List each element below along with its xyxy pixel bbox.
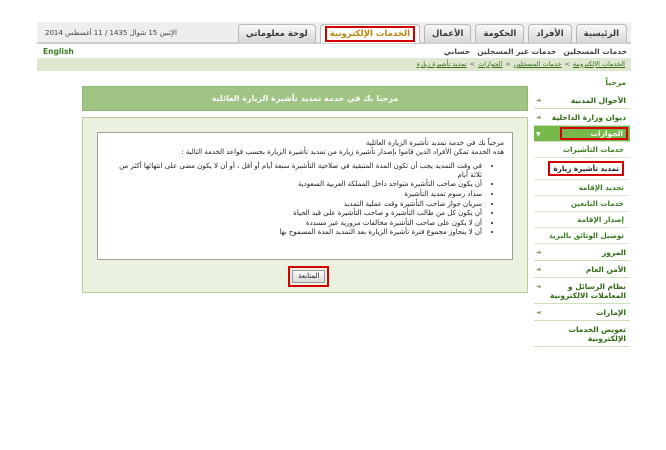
tab-eservices[interactable]: الخدمات الإلكترونية <box>319 24 421 43</box>
tab-my-dashboard[interactable]: لوحة معلوماتي <box>237 24 316 43</box>
sidebar-subitem-iqama-issuance[interactable]: إصدار الإقامة <box>534 212 630 228</box>
sidebar-item-label: الإمارات <box>595 308 626 317</box>
chevron-left-icon: ◄ <box>536 283 541 290</box>
breadcrumb-eservices[interactable]: الخدمات الإلكترونية <box>573 60 625 68</box>
sidebar-item-label: نظام الرسائل و المعاملات الالكترونية <box>549 282 626 300</box>
list-item: أن لا يتجاوز مجموع فترة تأشيرة الزيارة ب… <box>106 228 482 237</box>
sidebar-item-emirates[interactable]: ◄ الإمارات <box>534 304 630 321</box>
intro-line-2: هذه الخدمة تمكن الأفراد الذين قاموا بإصد… <box>181 147 504 156</box>
continue-button[interactable]: المتابعة <box>292 270 326 283</box>
sidebar-subitem-label: تمديد تأشيرة زيارة <box>548 161 624 176</box>
chevron-left-icon: ◄ <box>536 309 541 316</box>
tab-government-label: الحكومة <box>483 29 517 39</box>
service-description: مرحباً بك في خدمة تمديد تأشيرة الزيارة ا… <box>97 132 513 260</box>
tab-individuals-label: الأفراد <box>536 29 564 39</box>
sidebar-subitem-label: خدمات التابعين <box>570 199 624 208</box>
sidebar-subitem-document-delivery[interactable]: توصيل الوثائق بالبريد <box>534 228 630 244</box>
tab-individuals[interactable]: الأفراد <box>528 24 572 43</box>
current-date: الإثنين 15 شوال 1435 / 11 أغسطس 2014 <box>45 29 177 37</box>
sidebar-welcome: مرحباً <box>605 78 626 87</box>
sidebar-item-public-security[interactable]: ◄ الأمن العام <box>534 261 630 278</box>
chevron-left-icon: ◄ <box>536 114 541 121</box>
top-header: الإثنين 15 شوال 1435 / 11 أغسطس 2014 الر… <box>37 22 631 44</box>
service-panel: مرحباً بك في خدمة تمديد تأشيرة الزيارة ا… <box>82 117 528 293</box>
chevron-left-icon: ◄ <box>536 249 541 256</box>
breadcrumb-bar: الخدمات الإلكترونية > خدمات المسجلين > ا… <box>37 58 631 71</box>
breadcrumb-separator: > <box>505 60 511 68</box>
service-rules-list: في وقت التمديد يجب أن تكون المدة المتبقي… <box>106 162 504 237</box>
sub-navigation: English خدمات المسجلين خدمات غير المسجلي… <box>37 44 631 58</box>
sidebar-item-label: ديوان وزارة الداخلية <box>551 113 626 122</box>
sidebar-subitem-label: إصدار الإقامة <box>577 215 624 224</box>
page-title: مرحبا بك في خدمة تمديد تأشيرة الزيارة ال… <box>82 86 528 111</box>
sidebar-item-e-messaging[interactable]: ◄ نظام الرسائل و المعاملات الالكترونية <box>534 278 630 304</box>
chevron-left-icon: ◄ <box>536 266 541 273</box>
sidebar-subitem-visit-visa-extension[interactable]: تمديد تأشيرة زيارة <box>534 158 630 180</box>
tab-eservices-label: الخدمات الإلكترونية <box>324 26 416 42</box>
tab-business[interactable]: الأعمال <box>424 24 472 43</box>
list-item: أن يكون صاحب التأشيرة متواجد داخل المملك… <box>106 180 482 189</box>
intro-line-1: مرحباً بك في خدمة تمديد تأشيرة الزيارة ا… <box>366 139 504 147</box>
subnav-registered-services[interactable]: خدمات المسجلين <box>563 47 627 56</box>
sidebar-item-label: المرور <box>601 248 626 257</box>
sidebar-subitem-visa-services[interactable]: خدمات التأشيرات <box>534 142 630 158</box>
sidebar-subitem-iqama-renewal[interactable]: تجديد الإقامة <box>534 180 630 196</box>
breadcrumb: الخدمات الإلكترونية > خدمات المسجلين > ا… <box>417 60 625 68</box>
sidebar-item-passports[interactable]: ▼ الجوازات <box>534 126 630 142</box>
main-tabs: الرئيسية الأفراد الحكومة الأعمال الخدمات… <box>237 24 627 43</box>
sidebar-item-traffic[interactable]: ◄ المرور <box>534 244 630 261</box>
list-item: سريان جواز صاحب التأشيرة وقت عملية التمد… <box>106 200 482 209</box>
subnav-my-account[interactable]: حسابي <box>444 47 470 56</box>
list-item: في وقت التمديد يجب أن تكون المدة المتبقي… <box>106 162 482 179</box>
tab-home-label: الرئيسية <box>583 29 619 39</box>
sidebar-item-moi-office[interactable]: ◄ ديوان وزارة الداخلية <box>534 109 630 126</box>
sidebar: مرحباً ◄ الأحوال المدنية ◄ ديوان وزارة الد… <box>534 78 630 347</box>
list-item: سداد رسوم تمديد التأشيرة <box>106 190 482 199</box>
tab-business-label: الأعمال <box>432 29 464 39</box>
breadcrumb-passports[interactable]: الجوازات <box>478 60 502 68</box>
sidebar-subitem-label: تجديد الإقامة <box>578 183 624 192</box>
tab-government[interactable]: الحكومة <box>475 24 525 43</box>
breadcrumb-separator: > <box>469 60 476 68</box>
sidebar-item-civil-affairs[interactable]: ◄ الأحوال المدنية <box>534 92 630 109</box>
chevron-left-icon: ◄ <box>536 97 541 104</box>
tab-home[interactable]: الرئيسية <box>575 24 627 43</box>
breadcrumb-visit-visa-extension[interactable]: تمديد تأشيرة زيارة <box>417 60 467 68</box>
list-item: أن لا يكون على صاحب التأشيرة مخالفات مرو… <box>106 219 482 228</box>
sidebar-subitem-label: توصيل الوثائق بالبريد <box>548 231 624 240</box>
subnav-unregistered-services[interactable]: خدمات غير المسجلين <box>477 47 556 56</box>
sidebar-item-label: الأمن العام <box>585 265 626 274</box>
sidebar-subitem-label: خدمات التأشيرات <box>562 145 624 154</box>
continue-button-highlight: المتابعة <box>288 266 330 287</box>
sidebar-item-label: تعويض الخدمات الإلكترونية <box>568 325 626 343</box>
sidebar-item-eservices-compensation[interactable]: تعويض الخدمات الإلكترونية <box>534 321 630 347</box>
language-switch-link[interactable]: English <box>43 47 74 56</box>
sidebar-subitem-dependents-services[interactable]: خدمات التابعين <box>534 196 630 212</box>
chevron-down-icon: ▼ <box>536 131 541 138</box>
breadcrumb-separator: > <box>564 60 570 68</box>
sidebar-item-label: الأحوال المدنية <box>570 96 626 105</box>
sidebar-item-label: الجوازات <box>560 127 628 140</box>
breadcrumb-registered-services[interactable]: خدمات المسجلين <box>514 60 562 68</box>
list-item: أن يكون كل من طالب التأشيرة و صاحب التأش… <box>106 209 482 218</box>
tab-my-dashboard-label: لوحة معلوماتي <box>245 29 308 39</box>
